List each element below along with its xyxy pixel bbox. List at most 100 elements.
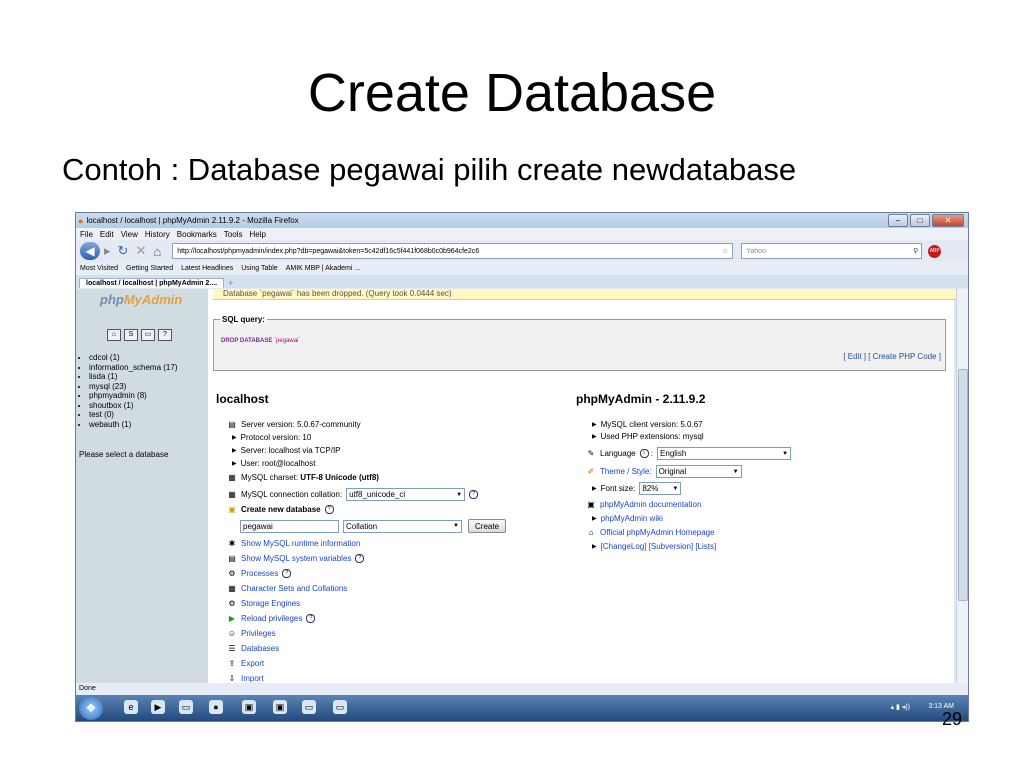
menu-file[interactable]: File xyxy=(80,230,93,239)
bookmark-getting-started[interactable]: Getting Started xyxy=(126,265,173,272)
link-runtime-info[interactable]: Show MySQL runtime information xyxy=(241,539,360,548)
database-item[interactable]: mysql (23) xyxy=(89,382,177,392)
bookmark-most-visited[interactable]: Most Visited xyxy=(80,265,118,272)
menu-bookmarks[interactable]: Bookmarks xyxy=(177,230,217,239)
status-bar: Done xyxy=(76,683,968,695)
link-charsets[interactable]: Character Sets and Collations xyxy=(241,584,347,593)
app-icon[interactable]: ▣ xyxy=(273,700,287,714)
database-item[interactable]: cdcol (1) xyxy=(89,353,177,363)
homepage-icon: ⌂ xyxy=(588,528,594,537)
font-size-select[interactable]: 82% ▼ xyxy=(639,482,682,495)
server-heading: localhost xyxy=(216,392,269,406)
home-icon[interactable]: ⌂ xyxy=(107,329,121,341)
server-user: User: root@localhost xyxy=(240,459,316,468)
database-item[interactable]: test (0) xyxy=(89,410,177,420)
menu-view[interactable]: View xyxy=(121,230,138,239)
link-reload-privileges[interactable]: Reload privileges xyxy=(241,614,302,623)
info-icon[interactable]: i xyxy=(639,449,649,458)
start-button[interactable]: ❖ xyxy=(79,696,103,720)
link-import[interactable]: Import xyxy=(241,674,264,683)
firefox-icon: ● xyxy=(78,215,84,226)
bullet-arrow-icon: ▶ xyxy=(592,486,597,492)
link-export[interactable]: Export xyxy=(241,659,264,668)
help-icon[interactable]: ? xyxy=(306,614,316,623)
link-changelog[interactable]: [ChangeLog] [Subversion] [Lists] xyxy=(601,542,717,551)
app-icon[interactable]: ▣ xyxy=(242,700,256,714)
database-item[interactable]: information_schema (17) xyxy=(89,363,177,373)
collation-select[interactable]: utf8_unicode_ci ▼ xyxy=(346,488,466,501)
link-privileges[interactable]: Privileges xyxy=(241,629,276,638)
new-tab-icon[interactable]: + xyxy=(228,278,233,288)
vertical-scrollbar[interactable] xyxy=(956,289,968,683)
runtime-info-icon: ✱ xyxy=(228,539,236,548)
minimize-button[interactable]: – xyxy=(888,214,908,227)
help-icon[interactable]: ? xyxy=(355,554,365,563)
forward-button[interactable]: ▸ xyxy=(104,243,111,259)
scrollbar-thumb[interactable] xyxy=(958,369,968,601)
menu-edit[interactable]: Edit xyxy=(100,230,114,239)
menu-tools[interactable]: Tools xyxy=(224,230,243,239)
stop-icon[interactable]: ✕ xyxy=(135,243,146,259)
sql-actions-links[interactable]: [ Edit ] [ Create PHP Code ] xyxy=(843,352,941,361)
database-item[interactable]: webauth (1) xyxy=(89,420,177,430)
link-system-variables[interactable]: Show MySQL system variables xyxy=(241,554,351,563)
bookmark-star-icon[interactable]: ☆ xyxy=(722,247,728,255)
bullet-arrow-icon: ▶ xyxy=(232,461,237,467)
language-select[interactable]: English ▼ xyxy=(657,447,792,460)
database-item[interactable]: phpmyadmin (8) xyxy=(89,391,177,401)
url-bar[interactable]: http://localhost/phpmyadmin/index.php?db… xyxy=(172,243,734,259)
bullet-arrow-icon: ▶ xyxy=(592,434,597,440)
create-button[interactable]: Create xyxy=(468,519,507,533)
language-icon: ✎ xyxy=(587,449,595,458)
menu-history[interactable]: History xyxy=(145,230,170,239)
new-database-name-input[interactable]: pegawai xyxy=(240,519,339,533)
link-storage-engines[interactable]: Storage Engines xyxy=(241,599,300,608)
help-icon[interactable]: ? xyxy=(282,569,292,578)
home-icon[interactable]: ⌂ xyxy=(153,244,161,259)
bookmark-amik[interactable]: AMIK MBP | Akademi ... xyxy=(286,265,360,272)
menu-help[interactable]: Help xyxy=(249,230,265,239)
charsets-icon: ▦ xyxy=(228,584,236,593)
ie-icon[interactable]: e xyxy=(124,700,138,714)
new-database-collation-select[interactable]: Collation ▼ xyxy=(343,519,462,533)
database-item[interactable]: lisda (1) xyxy=(89,372,177,382)
search-icon[interactable]: ⚲ xyxy=(913,247,918,255)
link-databases[interactable]: Databases xyxy=(241,644,279,653)
database-item[interactable]: shoutbox (1) xyxy=(89,401,177,411)
app-icon[interactable]: ▭ xyxy=(333,700,347,714)
reload-icon: ▶ xyxy=(228,614,236,623)
link-homepage[interactable]: Official phpMyAdmin Homepage xyxy=(600,528,715,537)
docs-icon[interactable]: ? xyxy=(158,329,172,341)
sql-icon[interactable]: S xyxy=(124,329,138,341)
folder-icon[interactable]: ▭ xyxy=(179,700,193,714)
firefox-taskbar-icon[interactable]: ● xyxy=(209,700,223,714)
help-icon[interactable]: ? xyxy=(469,490,479,499)
system-tray-icons[interactable]: ▴ ▮ ◂)) xyxy=(891,703,910,711)
bookmark-using-table[interactable]: Using Table xyxy=(241,265,277,272)
link-processes[interactable]: Processes xyxy=(241,569,278,578)
url-text: http://localhost/phpmyadmin/index.php?db… xyxy=(177,247,480,255)
close-button[interactable]: ✕ xyxy=(932,214,964,227)
link-wiki[interactable]: phpMyAdmin wiki xyxy=(601,514,663,523)
theme-select[interactable]: Original ▼ xyxy=(655,465,742,478)
help-icon[interactable]: ? xyxy=(324,505,334,514)
browser-tab[interactable]: localhost / localhost | phpMyAdmin 2.... xyxy=(79,278,225,288)
documentation-icon: ▣ xyxy=(587,500,595,509)
search-engine-label: Yahoo xyxy=(746,247,766,255)
app-icon[interactable]: ▭ xyxy=(302,700,316,714)
taskbar: ❖ e ▶ ▭ ● ▣ ▣ ▭ ▭ ▴ ▮ ◂)) 3:13 AM xyxy=(76,695,968,721)
language-label: Language xyxy=(600,449,636,458)
search-box[interactable]: Yahoo ⚲ xyxy=(741,243,923,259)
query-window-icon[interactable]: ▭ xyxy=(141,329,155,341)
phpmyadmin-logo[interactable]: phpMyAdmin xyxy=(100,292,182,307)
maximize-button[interactable]: □ xyxy=(910,214,930,227)
reload-icon[interactable]: ↻ xyxy=(118,243,129,259)
back-button[interactable]: ◀ xyxy=(80,242,100,260)
bookmark-latest-headlines[interactable]: Latest Headlines xyxy=(181,265,233,272)
link-documentation[interactable]: phpMyAdmin documentation xyxy=(600,500,701,509)
media-icon[interactable]: ▶ xyxy=(151,700,165,714)
privileges-icon: ☺ xyxy=(227,629,237,638)
adblock-icon[interactable]: ABP xyxy=(928,244,942,258)
export-icon: ⇪ xyxy=(228,659,236,668)
theme-style-link[interactable]: Theme / Style: xyxy=(600,467,652,476)
